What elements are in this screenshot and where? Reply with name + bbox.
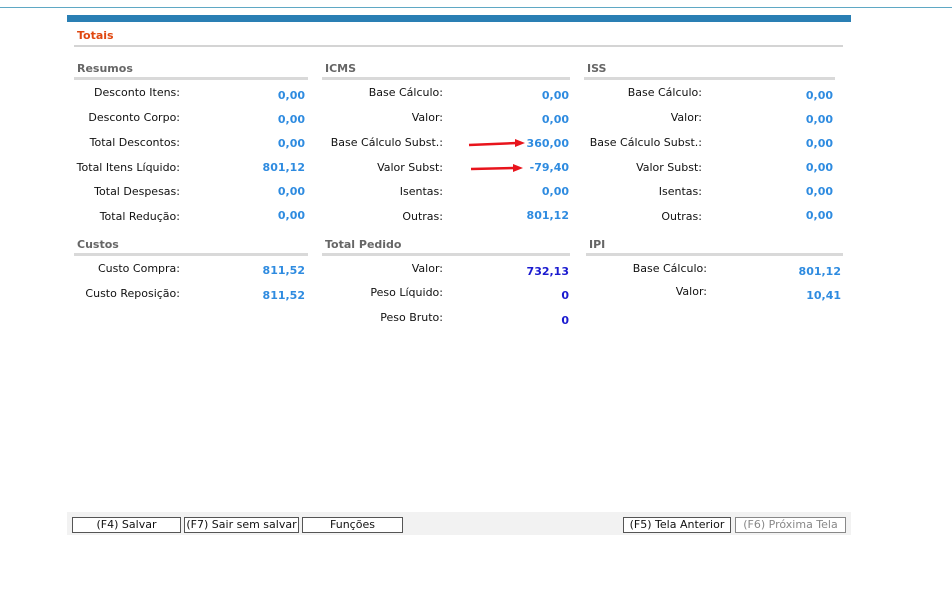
total-pedido-label-peso-liquido: Peso Líquido: <box>370 286 443 299</box>
resumos-value-total-itens-liquido: 801,12 <box>262 161 305 174</box>
iss-value-valor: 0,00 <box>805 113 833 126</box>
ipi-label-base-calculo: Base Cálculo: <box>632 262 707 275</box>
title-divider <box>74 45 843 47</box>
ipi-label-valor: Valor: <box>675 285 707 298</box>
icms-value-base-calculo: 0,00 <box>541 89 569 102</box>
iss-label-valor: Valor: <box>670 111 702 124</box>
icms-label-outras: Outras: <box>402 210 443 223</box>
annotation-arrow-icon <box>468 139 525 147</box>
resumos-label-total-descontos: Total Descontos: <box>89 136 180 149</box>
icms-value-valor: 0,00 <box>541 113 569 126</box>
totals-panel: Totais Resumos Desconto Itens: 0,00 Desc… <box>67 15 851 535</box>
resumos-label-total-itens-liquido: Total Itens Líquido: <box>76 161 180 174</box>
custos-value-custo-compra: 811,52 <box>262 264 305 277</box>
section-divider-resumos <box>74 77 308 80</box>
icms-label-base-calculo-subst: Base Cálculo Subst.: <box>330 136 443 149</box>
custos-label-custo-reposicao: Custo Reposição: <box>85 287 180 300</box>
resumos-label-desconto-corpo: Desconto Corpo: <box>88 111 180 124</box>
icms-value-base-calculo-subst: 360,00 <box>526 137 569 150</box>
iss-value-outras: 0,00 <box>805 209 833 222</box>
total-pedido-value-peso-liquido: 0 <box>561 289 569 302</box>
custos-label-custo-compra: Custo Compra: <box>97 262 180 275</box>
exit-without-saving-button[interactable]: (F7) Sair sem salvar <box>184 517 299 533</box>
page-title: Totais <box>77 29 114 42</box>
section-divider-ipi <box>586 253 843 256</box>
section-title-iss: ISS <box>587 62 607 75</box>
ipi-value-valor: 10,41 <box>806 289 841 302</box>
next-screen-button[interactable]: (F6) Próxima Tela <box>735 517 846 533</box>
total-pedido-value-valor: 732,13 <box>526 265 569 278</box>
section-divider-custos <box>74 253 308 256</box>
save-button[interactable]: (F4) Salvar <box>72 517 181 533</box>
icms-label-valor: Valor: <box>411 111 443 124</box>
iss-value-base-calculo-subst: 0,00 <box>805 137 833 150</box>
icms-label-base-calculo: Base Cálculo: <box>368 86 443 99</box>
iss-label-valor-subst: Valor Subst: <box>636 161 702 174</box>
resumos-value-total-despesas: 0,00 <box>277 185 305 198</box>
icms-label-isentas: Isentas: <box>399 185 443 198</box>
resumos-value-total-reducao: 0,00 <box>277 209 305 222</box>
iss-label-base-calculo-subst: Base Cálculo Subst.: <box>589 136 702 149</box>
ipi-value-base-calculo: 801,12 <box>798 265 841 278</box>
section-divider-icms <box>322 77 570 80</box>
footer-toolbar: (F4) Salvar (F7) Sair sem salvar Funções… <box>67 512 851 535</box>
iss-label-outras: Outras: <box>661 210 702 223</box>
total-pedido-label-valor: Valor: <box>411 262 443 275</box>
total-pedido-label-peso-bruto: Peso Bruto: <box>380 311 443 324</box>
resumos-label-total-reducao: Total Redução: <box>99 210 180 223</box>
icms-value-valor-subst: -79,40 <box>529 161 569 174</box>
icms-value-isentas: 0,00 <box>541 185 569 198</box>
iss-value-isentas: 0,00 <box>805 185 833 198</box>
resumos-label-total-despesas: Total Despesas: <box>94 185 180 198</box>
total-pedido-value-peso-bruto: 0 <box>561 314 569 327</box>
top-divider <box>0 7 952 8</box>
resumos-value-desconto-corpo: 0,00 <box>277 113 305 126</box>
section-title-custos: Custos <box>77 238 119 251</box>
section-title-resumos: Resumos <box>77 62 133 75</box>
annotation-arrow-icon <box>470 164 523 172</box>
iss-label-isentas: Isentas: <box>658 185 702 198</box>
section-divider-iss <box>584 77 835 80</box>
section-title-icms: ICMS <box>325 62 357 75</box>
icms-value-outras: 801,12 <box>526 209 569 222</box>
section-divider-total-pedido <box>322 253 570 256</box>
section-title-ipi: IPI <box>589 238 606 251</box>
icms-label-valor-subst: Valor Subst: <box>377 161 443 174</box>
resumos-label-desconto-itens: Desconto Itens: <box>94 86 180 99</box>
resumos-value-desconto-itens: 0,00 <box>277 89 305 102</box>
functions-button[interactable]: Funções <box>302 517 403 533</box>
iss-label-base-calculo: Base Cálculo: <box>627 86 702 99</box>
section-title-total-pedido: Total Pedido <box>325 238 402 251</box>
custos-value-custo-reposicao: 811,52 <box>262 289 305 302</box>
resumos-value-total-descontos: 0,00 <box>277 137 305 150</box>
header-accent-bar <box>67 15 851 22</box>
iss-value-base-calculo: 0,00 <box>805 89 833 102</box>
previous-screen-button[interactable]: (F5) Tela Anterior <box>623 517 731 533</box>
iss-value-valor-subst: 0,00 <box>805 161 833 174</box>
